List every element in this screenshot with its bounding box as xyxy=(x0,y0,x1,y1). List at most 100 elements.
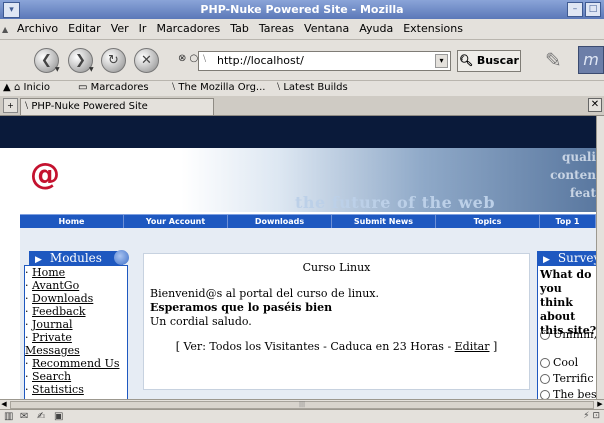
scroll-thumb[interactable]: ||| xyxy=(10,401,594,409)
mozilla-throbber-icon[interactable]: m xyxy=(578,46,604,74)
scroll-right-icon[interactable]: ▶ xyxy=(596,400,604,408)
url-text: http://localhost/ xyxy=(217,54,304,67)
module-link-home[interactable]: · Home xyxy=(25,266,127,279)
banner-side-text: quali conten feat xyxy=(536,148,596,202)
survey-option[interactable]: The best xyxy=(540,388,596,399)
bookmark-marcadores-label: Marcadores xyxy=(90,82,149,93)
message-box: Curso Linux Bienvenid@s al portal del cu… xyxy=(143,253,530,390)
banner-side-line: conten xyxy=(550,168,596,182)
survey-option-label: Terrific xyxy=(553,372,594,385)
nav-link-submit-news[interactable]: Submit News xyxy=(332,215,436,229)
survey-option-label: Cool xyxy=(553,356,579,369)
search-button-label: Buscar xyxy=(476,54,519,67)
module-link-downloads[interactable]: · Downloads xyxy=(25,292,127,305)
navigation-toolbar: ❮ ▼ ❯ ▼ ↻ ✕ ⊗ ○ ⧵ http://localhost/ ▾ 🔍︎… xyxy=(0,40,604,81)
menu-marcadores[interactable]: Marcadores xyxy=(151,22,225,35)
bookmark-latest-builds[interactable]: ⧵ Latest Builds xyxy=(277,82,348,93)
online-status-icon[interactable]: ⚡︎ ⊡ xyxy=(583,411,600,421)
survey-option[interactable]: Cool xyxy=(540,356,578,369)
menu-editar[interactable]: Editar xyxy=(63,22,106,35)
bookmark-inicio-label: Inicio xyxy=(23,82,50,93)
folder-icon: ▭ xyxy=(78,82,91,93)
print-icon[interactable]: ✎ xyxy=(545,48,562,72)
message-footer-text: [ Ver: Todos los Visitantes - Caduca en … xyxy=(175,340,455,353)
survey-option[interactable]: Ummm, not bad xyxy=(540,328,596,341)
module-link-search[interactable]: · Search xyxy=(25,370,127,383)
nav-link-home[interactable]: Home xyxy=(20,215,124,229)
survey-option-label: Ummm, not bad xyxy=(553,328,596,341)
module-link-statistics[interactable]: · Statistics xyxy=(25,383,127,396)
debian-logo-icon: @ xyxy=(30,157,60,192)
bookmark-mozilla-org-label: The Mozilla Org... xyxy=(178,82,266,93)
mail-icon[interactable]: ✉ xyxy=(20,411,28,422)
scroll-left-icon[interactable]: ◀ xyxy=(0,400,8,408)
maximize-icon[interactable]: □ xyxy=(585,2,601,17)
reload-button[interactable]: ↻ xyxy=(101,48,126,73)
minimize-icon[interactable]: – xyxy=(567,2,583,17)
bookmark-inicio[interactable]: ⌂ Inicio xyxy=(14,82,50,93)
survey-box: What do you think about this site? Ummm,… xyxy=(537,265,596,399)
nav-link-topics[interactable]: Topics xyxy=(436,215,540,229)
module-link-recommend-us[interactable]: · Recommend Us xyxy=(25,357,127,370)
page-viewport: @ the future of the web quali conten fea… xyxy=(0,116,596,399)
menu-ayuda[interactable]: Ayuda xyxy=(354,22,398,35)
nav-link-your-account[interactable]: Your Account xyxy=(124,215,228,229)
bookmark-mozilla-org[interactable]: ⧵ The Mozilla Org... xyxy=(172,82,265,93)
addressbook-icon[interactable]: ▣ xyxy=(54,411,63,422)
modules-block-header: ▶ Modules xyxy=(29,250,129,266)
module-link-avantgo[interactable]: · AvantGo xyxy=(25,279,127,292)
nav-link-downloads[interactable]: Downloads xyxy=(228,215,332,229)
tab-bar: + ⧵ PHP-Nuke Powered Site ✕ xyxy=(0,96,604,116)
search-button[interactable]: 🔍︎ Buscar xyxy=(457,50,521,72)
horizontal-scrollbar[interactable]: ◀ ||| ▶ xyxy=(0,399,604,409)
bookmarks-toolbar: ▲ ⌂ Inicio ▭ Marcadores ⧵ The Mozilla Or… xyxy=(0,81,604,97)
edit-link[interactable]: Editar xyxy=(455,340,490,353)
menu-tab[interactable]: Tab xyxy=(225,22,254,35)
toolbar-grip-icon[interactable]: ▲ xyxy=(3,82,11,93)
menu-tareas[interactable]: Tareas xyxy=(254,22,299,35)
forward-dropdown-icon[interactable]: ▼ xyxy=(89,66,94,73)
close-tab-icon[interactable]: ✕ xyxy=(588,98,602,112)
search-icon: 🔍︎ xyxy=(459,54,473,67)
bookmark-latest-builds-label: Latest Builds xyxy=(283,82,348,93)
banner-slogan: the future of the web xyxy=(295,193,496,212)
radio-icon[interactable] xyxy=(540,390,550,399)
survey-title: Survey xyxy=(557,251,596,265)
module-link-journal[interactable]: · Journal xyxy=(25,318,127,331)
vertical-scrollbar[interactable] xyxy=(596,116,604,399)
tab-active[interactable]: ⧵ PHP-Nuke Powered Site xyxy=(20,98,214,115)
navigator-icon[interactable]: ▥ xyxy=(4,411,13,422)
site-nav: Home Your Account Downloads Submit News … xyxy=(20,214,596,229)
toolbar-grip-icon[interactable]: ▲ xyxy=(2,25,8,35)
survey-option[interactable]: Terrific xyxy=(540,372,594,385)
window-title: PHP-Nuke Powered Site - Mozilla xyxy=(200,3,404,16)
stop-button[interactable]: ✕ xyxy=(134,48,159,73)
menubar: ▲ Archivo Editar Ver Ir Marcadores Tab T… xyxy=(0,19,604,40)
message-footer: [ Ver: Todos los Visitantes - Caduca en … xyxy=(144,340,529,353)
module-link-feedback[interactable]: · Feedback xyxy=(25,305,127,318)
site-icons: ⊗ ○ xyxy=(178,53,199,64)
back-dropdown-icon[interactable]: ▼ xyxy=(55,66,60,73)
radio-icon[interactable] xyxy=(540,330,550,340)
survey-block-header: ▶ Survey xyxy=(537,251,596,266)
home-icon: ⌂ xyxy=(14,82,24,93)
radio-icon[interactable] xyxy=(540,358,550,368)
menu-ventana[interactable]: Ventana xyxy=(299,22,354,35)
window-titlebar: ▾ PHP-Nuke Powered Site - Mozilla – □ xyxy=(0,0,604,19)
menu-ir[interactable]: Ir xyxy=(134,22,152,35)
url-dropdown-icon[interactable]: ▾ xyxy=(435,54,448,68)
bookmark-marcadores[interactable]: ▭ Marcadores xyxy=(78,82,149,93)
module-link-private-messages[interactable]: · Private Messages xyxy=(25,331,127,357)
menu-archivo[interactable]: Archivo xyxy=(12,22,63,35)
url-input[interactable]: ⧵ http://localhost/ ▾ xyxy=(198,51,451,71)
radio-icon[interactable] xyxy=(540,374,550,384)
modules-title: Modules xyxy=(49,251,102,265)
menu-ver[interactable]: Ver xyxy=(106,22,134,35)
new-tab-icon[interactable]: + xyxy=(3,98,18,113)
nav-link-top[interactable]: Top 1 xyxy=(540,215,596,229)
message-footer-end: ] xyxy=(489,340,498,353)
menu-extensions[interactable]: Extensions xyxy=(398,22,468,35)
composer-icon[interactable]: ✍ xyxy=(37,411,45,422)
tab-title: PHP-Nuke Powered Site xyxy=(31,101,148,112)
message-line: Un cordial saludo. xyxy=(150,315,252,328)
